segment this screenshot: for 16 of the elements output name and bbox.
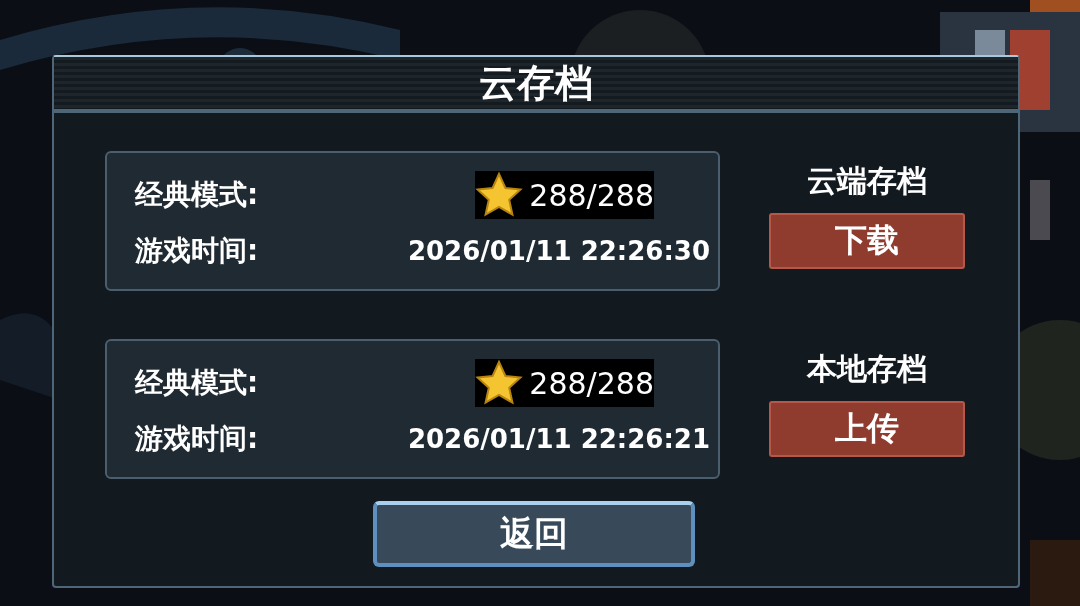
- dialog-title: 云存档: [479, 59, 593, 107]
- star-icon: [475, 171, 524, 219]
- action-button[interactable]: 上传: [769, 401, 965, 457]
- score-value: 288/288: [529, 177, 654, 213]
- time-label: 游戏时间:: [135, 233, 259, 269]
- star-icon: [475, 359, 524, 407]
- mode-label: 经典模式:: [135, 177, 259, 213]
- mode-label: 经典模式:: [135, 365, 259, 401]
- score-value: 288/288: [529, 365, 654, 401]
- action-button[interactable]: 下载: [769, 213, 965, 269]
- time-value: 2026/01/11 22:26:30: [407, 236, 710, 266]
- source-label: 云端存档: [807, 162, 927, 200]
- back-button[interactable]: 返回: [373, 501, 695, 567]
- time-value: 2026/01/11 22:26:21: [407, 424, 710, 454]
- time-label: 游戏时间:: [135, 421, 259, 457]
- source-label: 本地存档: [807, 350, 927, 388]
